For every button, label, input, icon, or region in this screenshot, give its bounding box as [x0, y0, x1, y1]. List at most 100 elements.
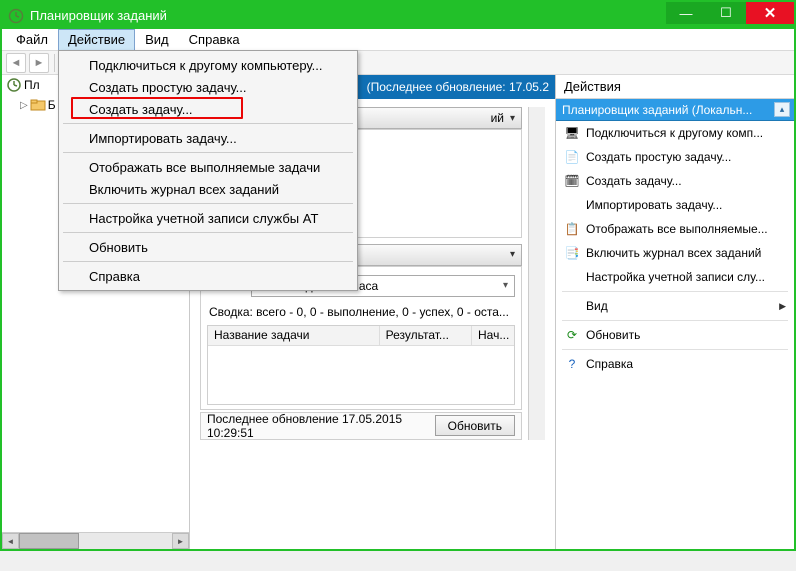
action-dropdown-menu: Подключиться к другому компьютеру... Соз… — [58, 50, 358, 291]
actions-title: Действия — [556, 75, 794, 99]
action-view[interactable]: Вид ▶ — [556, 294, 794, 318]
menu-show-running[interactable]: Отображать все выполняемые задачи — [61, 156, 355, 178]
menu-label: Создать простую задачу... — [89, 80, 247, 95]
titlebar: Планировщик заданий — ☐ ✕ — [2, 2, 794, 29]
menu-label: Отображать все выполняемые задачи — [89, 160, 320, 175]
toolbar-separator — [54, 54, 55, 72]
clock-icon — [6, 77, 22, 93]
settings-icon — [564, 269, 580, 285]
summary-header-text: (Последнее обновление: 17.05.2 — [367, 80, 549, 94]
state-grid-header: Название задачи Результат... Нач... — [208, 326, 514, 346]
menu-refresh[interactable]: Обновить — [61, 236, 355, 258]
list-icon: 📋 — [564, 221, 580, 237]
menu-separator — [63, 203, 353, 204]
col-task-name[interactable]: Название задачи — [208, 326, 380, 345]
hscroll-left-icon[interactable]: ◄ — [2, 533, 19, 549]
hscroll-thumb[interactable] — [19, 533, 79, 549]
state-grid: Название задачи Результат... Нач... — [207, 325, 515, 405]
menu-help[interactable]: Справка — [61, 265, 355, 287]
folder-icon — [30, 97, 46, 113]
minimize-button[interactable]: — — [666, 2, 706, 24]
summary-vscrollbar[interactable] — [528, 107, 545, 440]
action-label: Настройка учетной записи слу... — [586, 270, 765, 284]
menu-separator — [63, 232, 353, 233]
menu-at-account[interactable]: Настройка учетной записи службы AT — [61, 207, 355, 229]
actions-context-header[interactable]: Планировщик заданий (Локальн... ▴ — [556, 99, 794, 121]
action-import[interactable]: Импортировать задачу... — [556, 193, 794, 217]
action-label: Справка — [586, 357, 633, 371]
wizard-icon: 📄 — [564, 149, 580, 165]
action-label: Вид — [586, 299, 608, 313]
action-label: Создать простую задачу... — [586, 150, 731, 164]
menu-label: Настройка учетной записи службы AT — [89, 211, 318, 226]
chevron-down-icon: ▾ — [510, 113, 515, 124]
tree-library-label: Б — [48, 98, 56, 112]
col-start[interactable]: Нач... — [472, 326, 514, 345]
window-title: Планировщик заданий — [30, 8, 167, 23]
menu-label: Обновить — [89, 240, 148, 255]
menu-import[interactable]: Импортировать задачу... — [61, 127, 355, 149]
view-icon — [564, 298, 580, 314]
menu-label: Подключиться к другому компьютеру... — [89, 58, 322, 73]
status-text: Последнее обновление 17.05.2015 10:29:51 — [207, 412, 435, 440]
action-create-basic[interactable]: 📄 Создать простую задачу... — [556, 145, 794, 169]
menu-enable-log[interactable]: Включить журнал всех заданий — [61, 178, 355, 200]
actions-separator — [562, 349, 788, 350]
import-icon — [564, 197, 580, 213]
chevron-down-icon: ▾ — [510, 249, 515, 260]
action-show-running[interactable]: 📋 Отображать все выполняемые... — [556, 217, 794, 241]
menu-separator — [63, 123, 353, 124]
action-label: Создать задачу... — [586, 174, 682, 188]
action-connect[interactable]: 🖥 Подключиться к другому комп... — [556, 121, 794, 145]
tree-root-label: Пл — [24, 78, 40, 92]
menu-label: Справка — [89, 269, 140, 284]
action-at-account[interactable]: Настройка учетной записи слу... — [556, 265, 794, 289]
menu-connect[interactable]: Подключиться к другому компьютеру... — [61, 54, 355, 76]
window-controls: — ☐ ✕ — [666, 2, 794, 24]
state-summary: Сводка: всего - 0, 0 - выполнение, 0 - у… — [207, 301, 515, 325]
menu-separator — [63, 152, 353, 153]
col-result[interactable]: Результат... — [380, 326, 472, 345]
help-icon: ? — [564, 356, 580, 372]
action-label: Импортировать задачу... — [586, 198, 722, 212]
hscroll-track[interactable] — [19, 533, 172, 549]
menu-view[interactable]: Вид — [135, 29, 179, 50]
chevron-right-icon: ▶ — [779, 301, 786, 312]
clock-icon — [8, 8, 24, 24]
action-help[interactable]: ? Справка — [556, 352, 794, 376]
log-icon: 📑 — [564, 245, 580, 261]
status-bar: Последнее обновление 17.05.2015 10:29:51… — [200, 412, 522, 440]
menu-separator — [63, 261, 353, 262]
menubar: Файл Действие Вид Справка — [2, 29, 794, 51]
nav-forward-button[interactable]: ► — [29, 53, 49, 73]
collapse-arrow-icon[interactable]: ▴ — [774, 102, 790, 117]
menu-label: Включить журнал всех заданий — [89, 182, 279, 197]
actions-context-label: Планировщик заданий (Локальн... — [562, 103, 752, 117]
action-refresh[interactable]: ⟳ Обновить — [556, 323, 794, 347]
hscroll-right-icon[interactable]: ► — [172, 533, 189, 549]
menu-create-basic[interactable]: Создать простую задачу... — [61, 76, 355, 98]
computer-icon: 🖥 — [564, 125, 580, 141]
refresh-icon: ⟳ — [564, 327, 580, 343]
nav-back-button[interactable]: ◄ — [6, 53, 26, 73]
action-label: Подключиться к другому комп... — [586, 126, 763, 140]
tree-hscrollbar[interactable]: ◄ ► — [2, 532, 189, 549]
actions-separator — [562, 291, 788, 292]
action-label: Отображать все выполняемые... — [586, 222, 768, 236]
action-enable-log[interactable]: 📑 Включить журнал всех заданий — [556, 241, 794, 265]
action-label: Включить журнал всех заданий — [586, 246, 761, 260]
menu-label: Импортировать задачу... — [89, 131, 237, 146]
menu-help[interactable]: Справка — [179, 29, 250, 50]
task-icon: 🗓 — [564, 173, 580, 189]
menu-action[interactable]: Действие — [58, 29, 135, 50]
maximize-button[interactable]: ☐ — [706, 2, 746, 24]
actions-pane: Действия Планировщик заданий (Локальн...… — [556, 75, 794, 549]
menu-file[interactable]: Файл — [6, 29, 58, 50]
refresh-button[interactable]: Обновить — [435, 415, 515, 436]
action-label: Обновить — [586, 328, 640, 342]
actions-separator — [562, 320, 788, 321]
action-create-task[interactable]: 🗓 Создать задачу... — [556, 169, 794, 193]
close-button[interactable]: ✕ — [746, 2, 794, 24]
tree-expand-icon[interactable]: ▷ — [20, 100, 28, 111]
annotation-highlight — [71, 97, 243, 119]
